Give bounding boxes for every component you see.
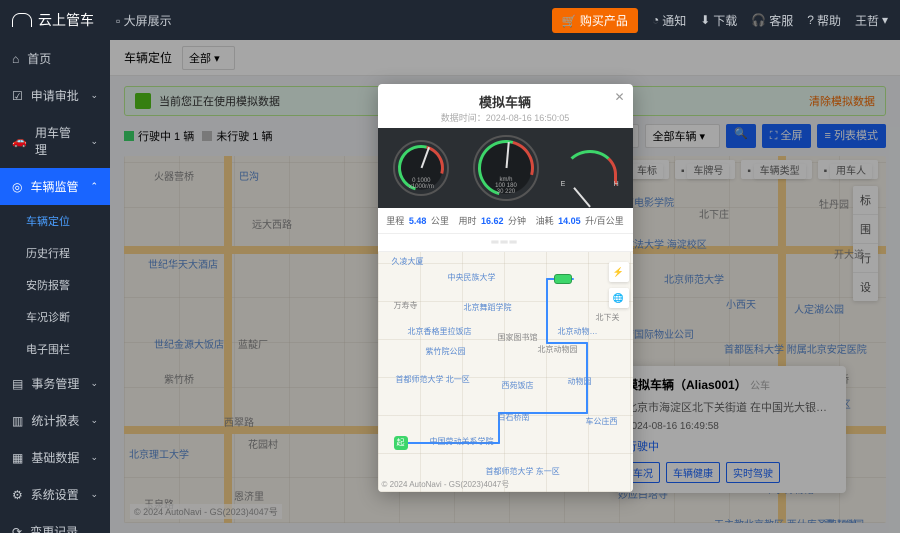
sidebar-item-home[interactable]: ⌂ 首页 [0,40,110,77]
vehicle-icon [554,274,572,284]
buy-button[interactable]: 🛒 购买产品 [552,8,638,33]
sidebar-sub-geofence[interactable]: 电子围栏 [0,333,110,365]
cloud-icon [12,13,32,27]
help-link[interactable]: ? 帮助 [807,12,841,29]
notify-link[interactable]: ◔ 通知 [652,12,686,29]
user-menu[interactable]: 王哲 ▾ [855,12,888,29]
minimap-satellite-btn[interactable]: 🌐 [609,288,629,308]
dashboard-gauges: 0 1000x1000r/m km/h100 18030 220 EH [378,128,633,208]
sidebar-item-monitoring[interactable]: ◎ 车辆监管⌃ [0,168,110,205]
modal-title: 模拟车辆 [378,92,633,111]
vehicle-modal: 模拟车辆 数据时间：2024-08-16 16:50:05 ✕ 0 1000x1… [378,84,633,492]
sidebar: ⌂ 首页 ☑ 申请审批⌄ 🚗 用车管理⌄ ◎ 车辆监管⌃ 车辆定位 历史行程 安… [0,40,110,533]
big-screen-link[interactable]: ▫ 大屏展示 [116,12,172,29]
modal-close-icon[interactable]: ✕ [614,90,624,104]
drag-handle-icon[interactable]: ═══ [378,234,633,252]
sidebar-item-changelog[interactable]: ⟳ 变更记录 [0,513,110,533]
minimap-traffic-btn[interactable]: ⚡ [609,262,629,282]
sidebar-sub-diagnosis[interactable]: 车况诊断 [0,301,110,333]
sidebar-item-reports[interactable]: ▥ 统计报表⌄ [0,402,110,439]
start-point-icon: 起 [394,436,408,450]
modal-mask[interactable]: 模拟车辆 数据时间：2024-08-16 16:50:05 ✕ 0 1000x1… [110,40,900,533]
route-minimap[interactable]: 起 ⚡ 🌐 久凌大厦 中央民族大学 万寿寺 北京舞蹈学院 北京香格里拉饭店 国家… [378,252,633,492]
modal-time: 数据时间：2024-08-16 16:50:05 [378,111,633,124]
brand-text: 云上管车 [38,10,94,30]
sidebar-item-basedata[interactable]: ▦ 基础数据⌄ [0,439,110,476]
speed-gauge: km/h100 18030 220 [473,135,539,201]
fuel-gauge: EH [563,150,617,186]
download-link[interactable]: ⬇ 下载 [700,12,737,29]
sidebar-item-vehicle-mgmt[interactable]: 🚗 用车管理⌄ [0,114,110,168]
trip-stats: 里程 5.48 公里 用时 16.62 分钟 油耗 14.05 升/百公里 [378,208,633,234]
brand-logo: 云上管车 [12,10,94,30]
sidebar-item-settings[interactable]: ⚙ 系统设置⌄ [0,476,110,513]
sidebar-sub-position[interactable]: 车辆定位 [0,205,110,237]
service-link[interactable]: 🎧 客服 [751,12,793,29]
sidebar-sub-security[interactable]: 安防报警 [0,269,110,301]
sidebar-sub-history[interactable]: 历史行程 [0,237,110,269]
sidebar-item-approval[interactable]: ☑ 申请审批⌄ [0,77,110,114]
minimap-copyright: © 2024 AutoNavi - GS(2023)4047号 [382,479,510,490]
rpm-gauge: 0 1000x1000r/m [393,140,449,196]
sidebar-item-tasks[interactable]: ▤ 事务管理⌄ [0,365,110,402]
